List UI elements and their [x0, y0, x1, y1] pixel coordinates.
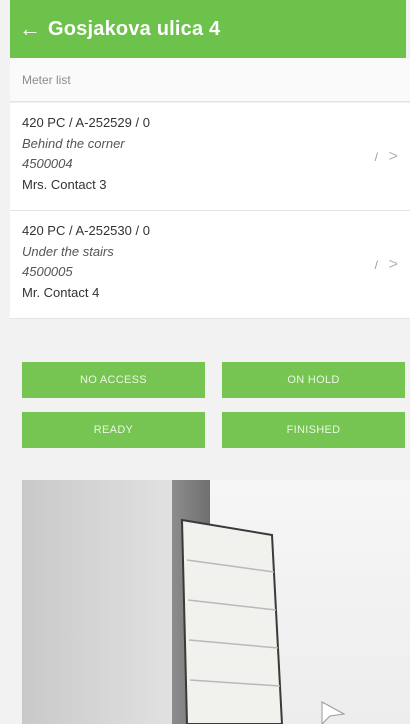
edit-icon[interactable]: /: [375, 150, 378, 164]
finished-button[interactable]: FINISHED: [222, 412, 405, 448]
no-access-button[interactable]: NO ACCESS: [22, 362, 205, 398]
list-header: Meter list: [10, 58, 410, 102]
meter-location: Under the stairs: [22, 243, 114, 259]
meter-id: 420 PC / A-252530 / 0: [22, 223, 150, 238]
meter-code: 4500004: [22, 156, 73, 171]
meter-location: Behind the corner: [22, 135, 125, 151]
chevron-right-icon: >: [388, 255, 398, 273]
meter-list-item[interactable]: 420 PC / A-252529 / 0 Behind the corner …: [10, 103, 410, 211]
chevron-right-icon: >: [388, 147, 398, 165]
back-arrow-icon[interactable]: ←: [12, 0, 48, 58]
meter-list: 420 PC / A-252529 / 0 Behind the corner …: [10, 103, 410, 319]
meter-list-item[interactable]: 420 PC / A-252530 / 0 Under the stairs 4…: [10, 211, 410, 319]
meter-photo[interactable]: [22, 480, 410, 724]
app-bar: ← Gosjakova ulica 4: [10, 0, 406, 58]
meter-code: 4500005: [22, 264, 73, 279]
edit-icon[interactable]: /: [375, 258, 378, 272]
page-title: Gosjakova ulica 4: [48, 17, 221, 40]
on-hold-button[interactable]: ON HOLD: [222, 362, 405, 398]
photo-image: [22, 480, 410, 724]
meter-contact: Mrs. Contact 3: [22, 176, 107, 192]
meter-contact: Mr. Contact 4: [22, 284, 100, 300]
meter-id: 420 PC / A-252529 / 0: [22, 115, 150, 130]
ready-button[interactable]: READY: [22, 412, 205, 448]
